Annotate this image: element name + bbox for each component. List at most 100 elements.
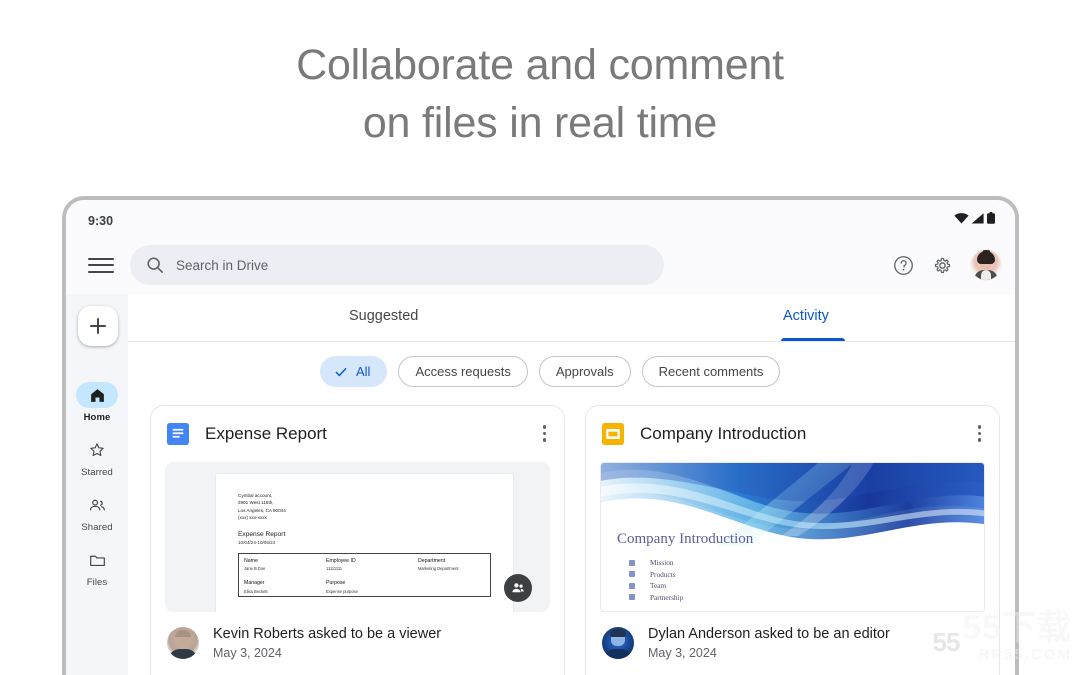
bullet-marker-icon [629,571,635,577]
people-badge-icon [504,574,532,602]
doc-table-cell: Marketing Department [418,566,459,572]
slide-bullet: Partnership [629,593,683,602]
slide-bullet: Mission [629,558,683,567]
card-title: Expense Report [205,424,327,443]
doc-table-cell: 11111111 [326,566,343,572]
watermark-title: 55下载 [962,609,1072,647]
tab-active-indicator [781,338,845,341]
bullet-marker-icon [629,582,635,589]
bullet-marker-icon [629,594,635,600]
document-page-preview: Cymbal account, 2901 West 118th, Los Ang… [216,474,513,612]
activity-date: May 3, 2024 [648,646,717,660]
doc-table-cell: Expense purpose [326,588,358,594]
status-time: 9:30 [88,214,114,228]
new-button[interactable] [78,306,118,346]
dylan-anderson-avatar [602,627,634,659]
card-expense-report[interactable]: Expense Report Cymbal account, 2901 West… [150,405,565,675]
slide-bullet-text: Mission [650,558,674,567]
people-icon [76,492,118,518]
doc-address-line-4: (xxx) xxx-xxxx [238,515,267,521]
tab-activity[interactable]: Activity [783,308,829,324]
tab-suggested[interactable]: Suggested [349,308,418,324]
help-circle-icon[interactable] [893,255,914,276]
bullet-marker-icon [629,559,635,566]
document-thumbnail[interactable]: Cymbal account, 2901 West 118th, Los Ang… [165,462,550,612]
slide-bullet: Products [629,570,683,579]
more-options-icon[interactable] [977,425,981,442]
doc-date-range: 10/04/24-10/05/24 [238,539,276,545]
kevin-roberts-avatar [167,627,199,659]
app-bar: Search in Drive [66,236,1015,294]
headline-line-1: Collaborate and comment [296,41,784,89]
sidebar-item-home[interactable]: Home [66,382,128,423]
watermark-url: RR55.COM [978,646,1072,663]
card-header: Company Introduction [586,406,999,462]
slide-bullet-list: Mission Products Team Partnership [629,558,683,604]
headline-line-2: on files in real time [362,99,718,147]
slide-bullet-text: Team [650,581,667,590]
slide-bullet-text: Products [650,569,676,579]
gear-icon[interactable] [932,255,953,276]
chip-label: Access requests [415,364,511,379]
sidebar-nav: Home Starred Shared Files [66,382,128,602]
doc-address-line-1: Cymbal account, [238,493,273,498]
sidebar-item-shared[interactable]: Shared [66,492,128,533]
folder-icon [76,547,118,573]
card-header: Expense Report [151,406,564,462]
filter-chips: All Access requests Approvals Recent com… [128,342,1015,387]
slide-title: Company Introduction [617,531,754,547]
sidebar-item-label: Home [83,412,111,423]
google-slides-icon [602,423,624,445]
doc-table: Name Employee ID Department Jane B.Doe 1… [238,552,491,597]
google-docs-icon [167,423,189,445]
slide-bullet-text: Partnership [650,592,684,602]
app-body: Home Starred Shared Files Suggested Acti… [66,294,1015,675]
page-root: Collaborate and comment on files in real… [0,0,1080,675]
chip-recent-comments[interactable]: Recent comments [641,356,781,387]
activity-text: Kevin Roberts asked to be a viewer [213,626,442,642]
chip-access-requests[interactable]: Access requests [398,356,528,387]
chip-approvals[interactable]: Approvals [538,356,631,387]
page-title: Collaborate and comment on files in real… [0,36,1080,152]
app-bar-actions [893,236,1001,294]
wifi-icon [954,212,969,224]
activity-text: Dylan Anderson asked to be an editor [648,626,890,642]
slide-thumbnail[interactable]: Company Introduction Mission Products Te… [600,462,985,612]
status-bar: 9:30 [66,200,1015,236]
doc-table-cell: Elisa Beckett [244,588,268,594]
user-avatar[interactable] [971,250,1001,280]
chip-label: Recent comments [658,364,764,379]
sidebar-item-label: Starred [81,467,113,478]
sidebar-item-starred[interactable]: Starred [66,437,128,478]
card-activity: Kevin Roberts asked to be a viewer May 3… [151,612,564,660]
sidebar: Home Starred Shared Files [66,294,128,675]
sidebar-item-label: Shared [81,522,113,533]
activity-date: May 3, 2024 [213,646,282,660]
search-icon [146,256,164,274]
more-options-icon[interactable] [542,425,546,442]
status-icons [954,212,995,224]
slide-bullet: Team [629,581,683,590]
battery-icon [987,212,995,224]
chip-label: Approvals [555,364,614,379]
watermark: 55下载 RR55.COM [962,610,1072,663]
sidebar-item-label: Files [86,577,108,588]
device-frame: 9:30 Search in Drive Home Starred Shared… [62,196,1019,675]
home-icon [76,382,118,408]
doc-address-line-2: 2901 West 118th, [238,500,274,506]
sidebar-item-files[interactable]: Files [66,547,128,588]
activity-cards: Expense Report Cymbal account, 2901 West… [128,387,1015,675]
search-input[interactable]: Search in Drive [130,245,664,285]
doc-address-line-3: Los Angeles, CA 90044 [238,507,286,513]
content-area: Suggested Activity All Access requests A… [128,294,1015,675]
chip-label: All [356,364,371,379]
card-title: Company Introduction [640,424,807,443]
chip-all[interactable]: All [320,356,388,387]
check-icon [333,364,349,380]
tab-bar: Suggested Activity [128,294,1015,342]
doc-table-cell: Jane B.Doe [244,566,266,572]
signal-icon [971,212,984,224]
doc-heading: Expense Report [238,530,286,538]
hamburger-menu-icon[interactable] [88,254,114,276]
search-placeholder: Search in Drive [176,257,269,273]
